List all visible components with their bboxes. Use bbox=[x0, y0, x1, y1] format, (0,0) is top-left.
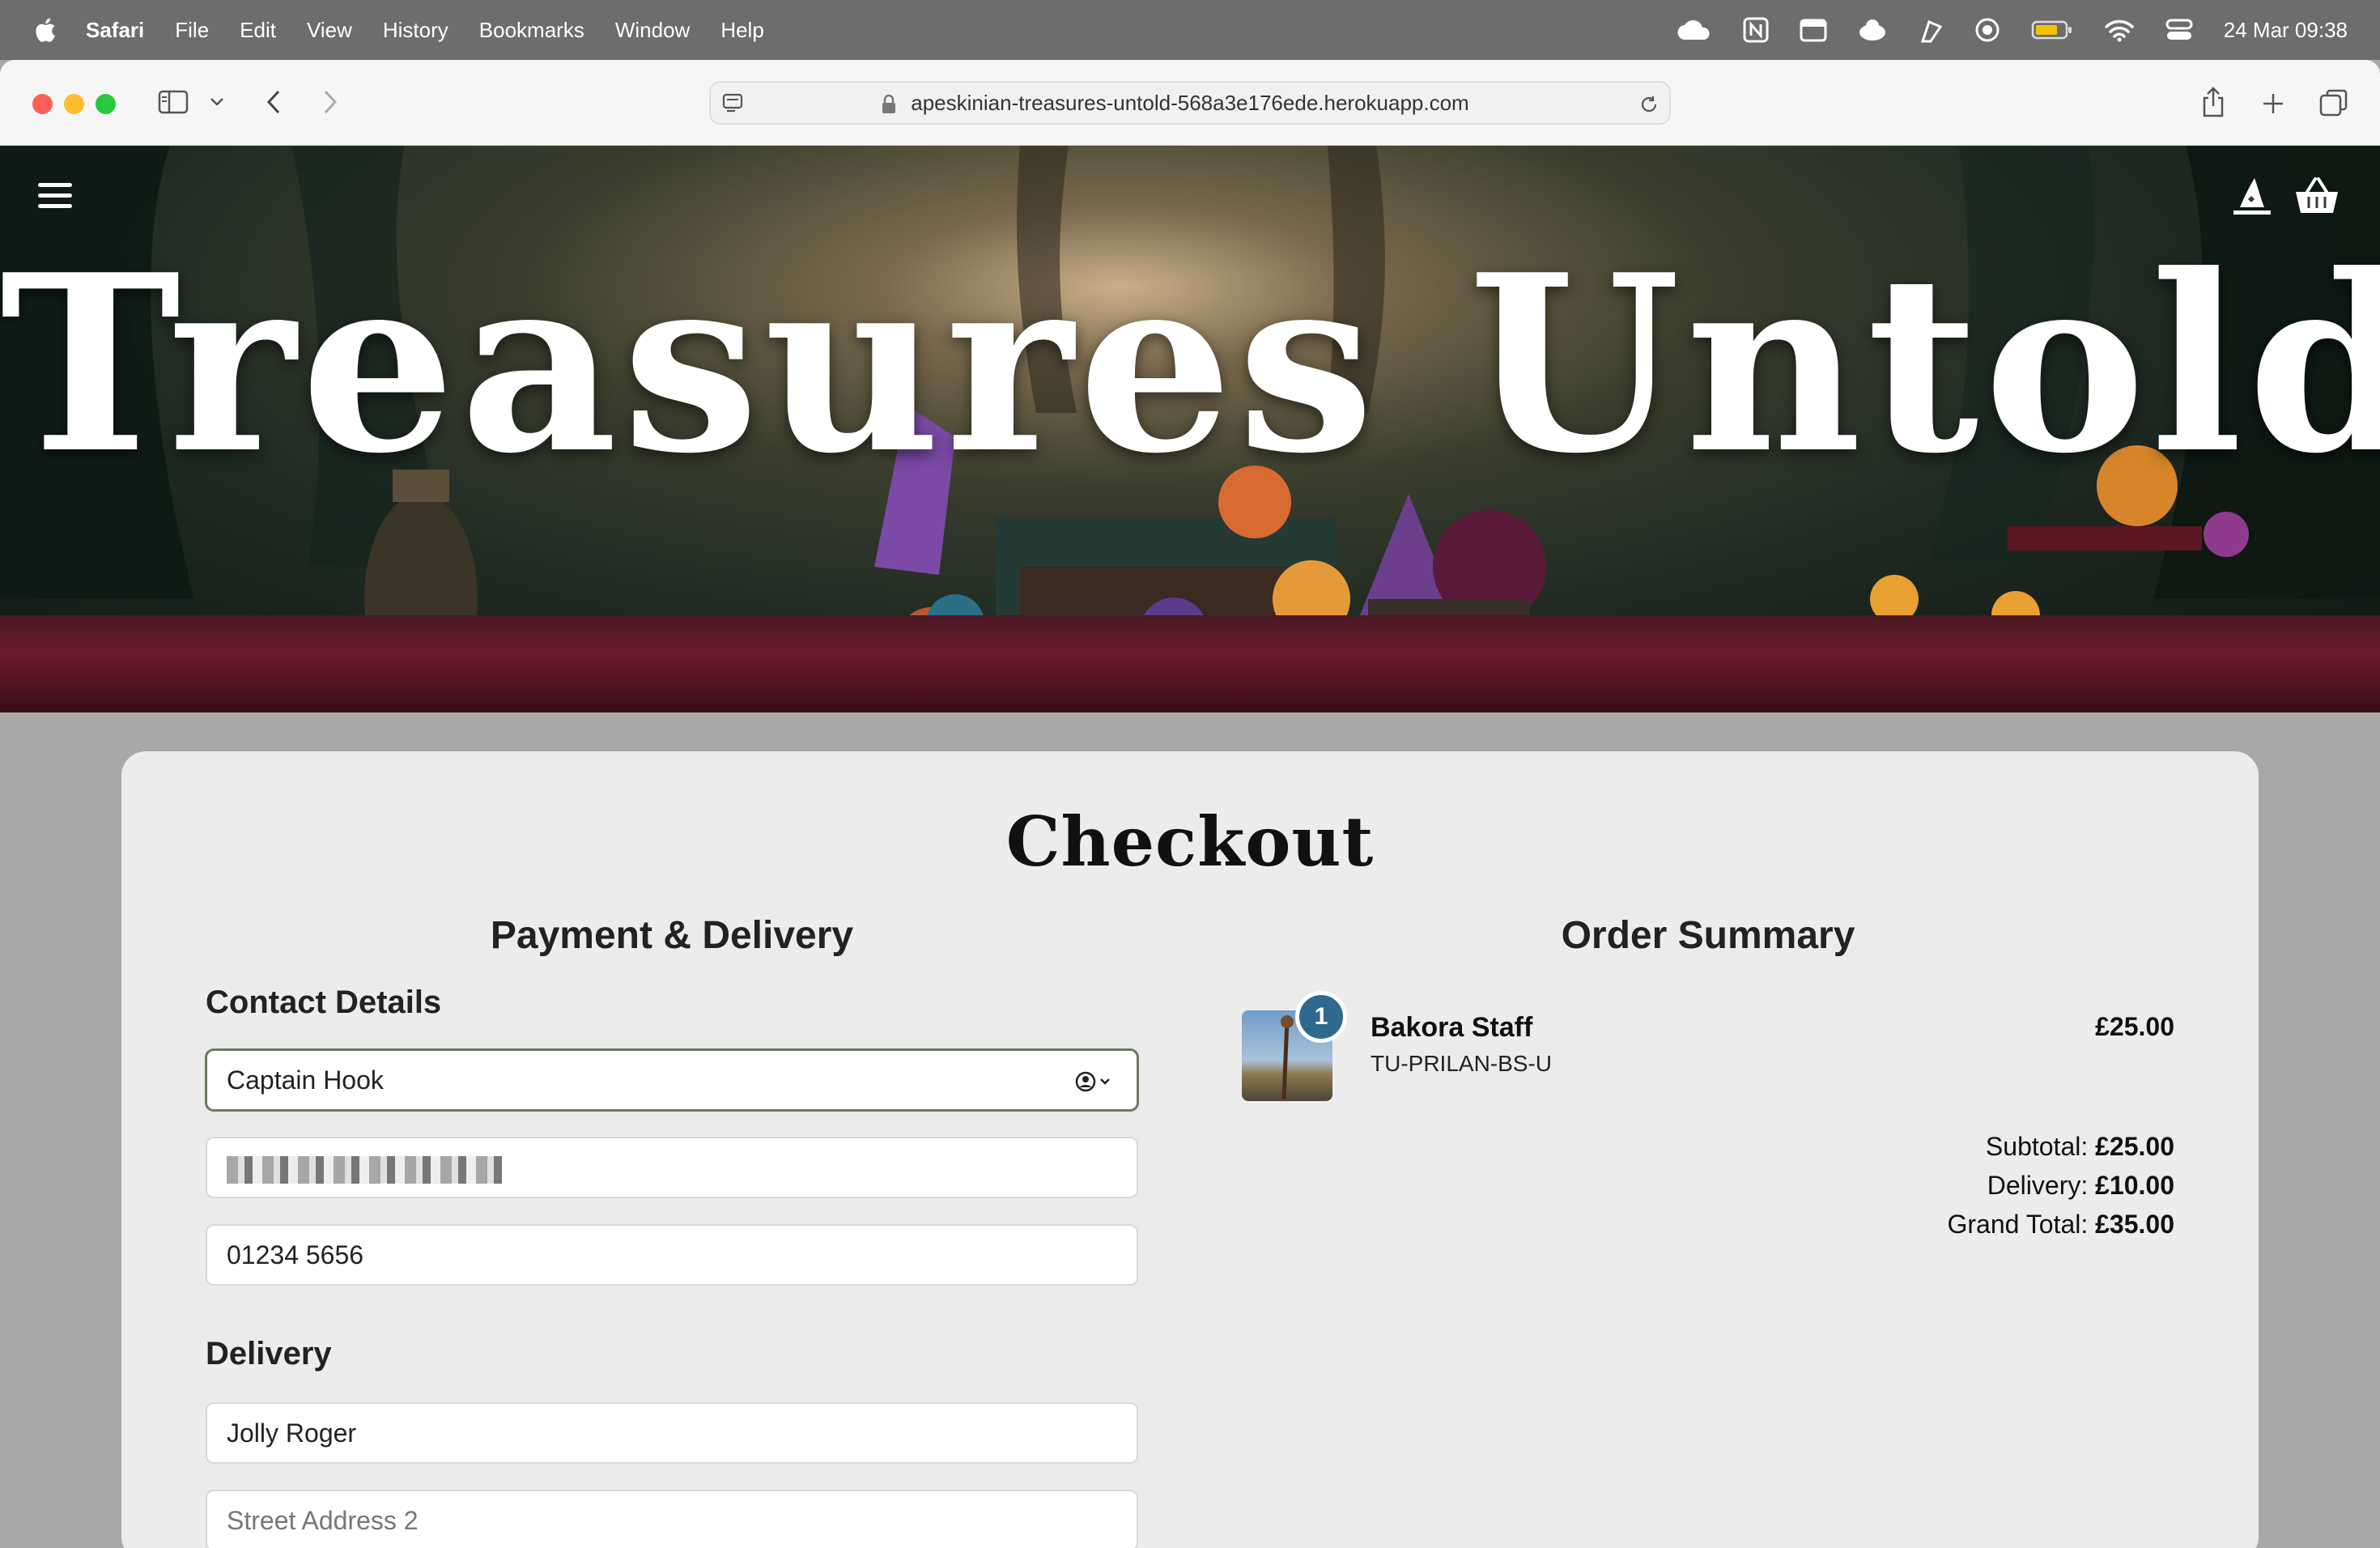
record-icon[interactable] bbox=[1974, 17, 2000, 43]
share-icon[interactable] bbox=[2197, 84, 2229, 120]
contact-autofill-icon[interactable] bbox=[1075, 1070, 1114, 1093]
menu-app-safari[interactable]: Safari bbox=[86, 18, 144, 43]
menu-edit[interactable]: Edit bbox=[240, 18, 276, 43]
forward-chevron-icon[interactable] bbox=[316, 86, 345, 118]
subtotal-row: Subtotal: £25.00 bbox=[1948, 1127, 2174, 1166]
macos-menu-bar: Safari File Edit View History Bookmarks … bbox=[0, 0, 2380, 60]
grand-total-label: Grand Total: bbox=[1947, 1210, 2089, 1239]
wizard-hat-account-icon[interactable] bbox=[2226, 170, 2278, 222]
battery-icon[interactable] bbox=[2031, 19, 2073, 40]
reload-icon[interactable] bbox=[1637, 92, 1661, 117]
menu-bar-status-area: 24 Mar 09:38 bbox=[1677, 0, 2348, 60]
delivery-value: £10.00 bbox=[2095, 1171, 2174, 1200]
street-address-1-value: Jolly Roger bbox=[227, 1418, 357, 1448]
delivery-label: Delivery: bbox=[1987, 1171, 2089, 1200]
payment-delivery-heading: Payment & Delivery bbox=[490, 914, 854, 957]
phone-number-value: 01234 5656 bbox=[227, 1240, 364, 1269]
menu-view[interactable]: View bbox=[307, 18, 352, 43]
contact-details-heading: Contact Details bbox=[206, 985, 442, 1020]
subtotal-value: £25.00 bbox=[2095, 1132, 2174, 1161]
hand-icon[interactable] bbox=[1918, 17, 1944, 43]
menu-bookmarks[interactable]: Bookmarks bbox=[479, 18, 584, 43]
grand-total-value: £35.00 bbox=[2095, 1210, 2174, 1239]
phone-number-input[interactable]: 01234 5656 bbox=[206, 1224, 1138, 1286]
tab-group-chevron-down-icon[interactable] bbox=[207, 91, 227, 113]
url-text: apeskinian-treasures-untold-568a3e176ede… bbox=[911, 91, 1469, 115]
checkout-card: Checkout Payment & Delivery Contact Deta… bbox=[121, 751, 2259, 1548]
quantity-badge: 1 bbox=[1295, 991, 1347, 1043]
address-bar[interactable]: apeskinian-treasures-untold-568a3e176ede… bbox=[709, 81, 1671, 125]
menu-history[interactable]: History bbox=[383, 18, 448, 43]
site-title[interactable]: Treasures Untold bbox=[0, 243, 2380, 486]
hero-banner: Treasures Untold bbox=[0, 146, 2380, 712]
grand-total-row: Grand Total: £35.00 bbox=[1948, 1205, 2175, 1244]
product-name[interactable]: Bakora Staff bbox=[1371, 1012, 1532, 1044]
redacted-email bbox=[227, 1156, 502, 1184]
street-address-2-input[interactable]: Street Address 2 bbox=[206, 1490, 1138, 1548]
menu-window[interactable]: Window bbox=[615, 18, 690, 43]
sidebar-toggle-icon[interactable] bbox=[157, 86, 189, 118]
calendar-icon[interactable] bbox=[1800, 18, 1827, 42]
subtotal-label: Subtotal: bbox=[1985, 1132, 2089, 1161]
menu-bar-clock[interactable]: 24 Mar 09:38 bbox=[2224, 18, 2348, 43]
street-address-2-placeholder: Street Address 2 bbox=[227, 1506, 419, 1535]
email-input[interactable] bbox=[206, 1137, 1138, 1198]
delivery-heading: Delivery bbox=[206, 1336, 332, 1372]
table-surface bbox=[0, 615, 2380, 712]
window-zoom-button[interactable] bbox=[96, 94, 116, 114]
full-name-value: Captain Hook bbox=[227, 1065, 384, 1095]
basket-cart-icon[interactable] bbox=[2291, 170, 2343, 222]
cloud-app-icon[interactable] bbox=[1858, 18, 1887, 42]
delivery-row: Delivery: £10.00 bbox=[1948, 1166, 2174, 1205]
full-name-input[interactable]: Captain Hook bbox=[206, 1049, 1138, 1111]
menu-file[interactable]: File bbox=[175, 18, 209, 43]
menu-help[interactable]: Help bbox=[720, 18, 763, 43]
window-minimize-button[interactable] bbox=[64, 94, 84, 114]
order-totals: Subtotal: £25.00 Delivery: £10.00 Grand … bbox=[1948, 1127, 2175, 1244]
wifi-icon[interactable] bbox=[2104, 18, 2135, 42]
product-price: £25.00 bbox=[2095, 1012, 2174, 1041]
control-center-icon[interactable] bbox=[2165, 18, 2193, 42]
tab-overview-icon[interactable] bbox=[2317, 86, 2351, 120]
street-address-1-input[interactable]: Jolly Roger bbox=[206, 1402, 1138, 1464]
order-summary-heading: Order Summary bbox=[1561, 914, 1855, 957]
window-close-button[interactable] bbox=[32, 94, 53, 114]
hamburger-menu-icon[interactable] bbox=[31, 172, 79, 220]
product-sku: TU-PRILAN-BS-U bbox=[1371, 1051, 1553, 1076]
apple-menu-icon[interactable] bbox=[32, 16, 57, 44]
back-chevron-icon[interactable] bbox=[259, 86, 288, 118]
icloud-icon[interactable] bbox=[1677, 19, 1712, 41]
page-title: Checkout bbox=[1005, 802, 1375, 882]
new-tab-plus-icon[interactable] bbox=[2257, 87, 2289, 120]
notion-icon[interactable] bbox=[1743, 17, 1769, 43]
